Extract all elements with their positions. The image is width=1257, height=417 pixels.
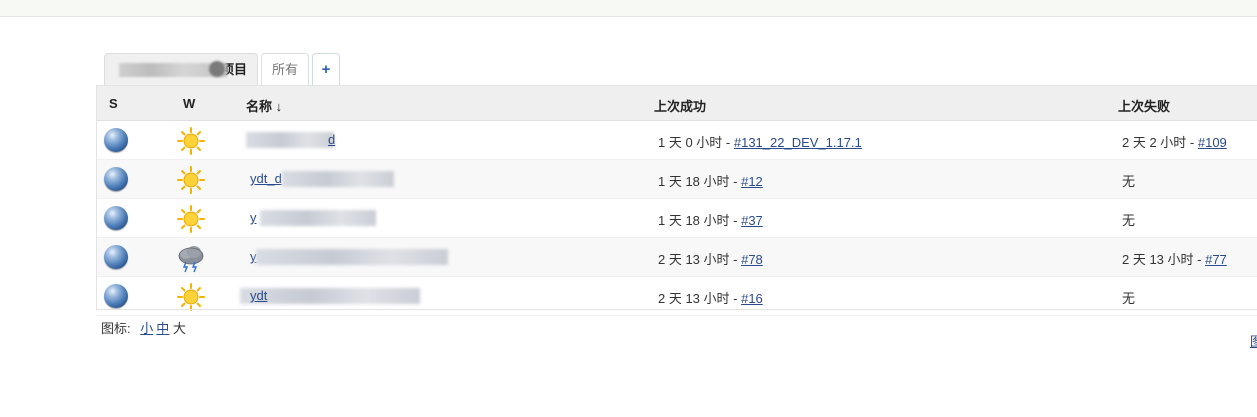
tab-current-view[interactable]: 项目	[104, 53, 258, 85]
job-name-link[interactable]: d	[328, 132, 335, 147]
redacted-text	[260, 210, 376, 226]
redacted-text	[209, 61, 225, 77]
last-success-time: 1 天 18 小时 -	[658, 174, 742, 189]
status-blue-ball-icon	[104, 284, 128, 308]
last-failure-time: 无	[1122, 291, 1136, 306]
icon-size-small-link[interactable]: 小	[140, 321, 153, 336]
last-success-time: 2 天 13 小时 -	[658, 252, 742, 267]
last-success: 1 天 18 小时 - #37	[658, 210, 763, 229]
last-success: 1 天 0 小时 - #131_22_DEV_1.17.1	[658, 132, 862, 151]
last-failure: 2 天 13 小时 - #77	[1122, 249, 1227, 268]
tab-all[interactable]: 所有	[261, 53, 310, 85]
top-bar	[0, 0, 1257, 17]
last-failure-time: 2 天 13 小时 -	[1122, 252, 1206, 267]
last-success: 2 天 13 小时 - #78	[658, 249, 763, 268]
last-success-build-link[interactable]: #78	[741, 252, 763, 267]
table-row: d 1 天 0 小时 - #131_22_DEV_1.17.1 2 天 2 小时…	[96, 121, 1257, 160]
last-success-time: 1 天 18 小时 -	[658, 213, 742, 228]
status-blue-ball-icon	[104, 245, 128, 269]
sunny-icon	[177, 283, 205, 311]
view-tabs: 项目 所有 +	[104, 52, 341, 85]
last-success-time: 2 天 13 小时 -	[658, 291, 742, 306]
last-success-build-link[interactable]: #16	[741, 291, 763, 306]
last-success-build-link[interactable]: #12	[741, 174, 763, 189]
sunny-icon	[177, 166, 205, 194]
legend-link-cutoff[interactable]: 图	[1250, 331, 1257, 350]
redacted-text	[246, 132, 334, 148]
header-weather[interactable]: W	[183, 96, 195, 111]
icon-size-medium-link[interactable]: 中	[156, 321, 169, 336]
add-view-button[interactable]: +	[312, 53, 341, 85]
icon-size-legend: 图标: 小中 大	[101, 318, 186, 337]
job-name-link[interactable]: ydt	[250, 288, 267, 303]
last-failure: 无	[1122, 288, 1135, 307]
sunny-icon	[177, 205, 205, 233]
last-failure: 无	[1122, 210, 1135, 229]
header-last-failure[interactable]: 上次失败	[1118, 96, 1170, 115]
redacted-text	[256, 249, 448, 265]
last-failure-build-link[interactable]: #77	[1205, 252, 1227, 267]
last-success: 2 天 13 小时 - #16	[658, 288, 763, 307]
jobs-table: S W 名称 ↓ 上次成功 上次失败 d 1 天 0 小时 - #131_22_…	[96, 85, 1257, 316]
last-failure-time: 无	[1122, 174, 1136, 189]
status-blue-ball-icon	[104, 167, 128, 191]
redacted-text	[282, 171, 394, 187]
last-failure: 2 天 2 小时 - #109	[1122, 132, 1227, 151]
header-name[interactable]: 名称 ↓	[246, 96, 282, 115]
job-name-link[interactable]: y	[250, 210, 257, 225]
table-row: ydt_d 1 天 18 小时 - #12 无	[96, 160, 1257, 199]
table-row: y 2 天 13 小时 - #78 2 天 13 小时 - #77	[96, 238, 1257, 277]
table-row: ydt 2 天 13 小时 - #16 无	[96, 277, 1257, 316]
icon-size-label: 图标:	[101, 321, 131, 336]
status-blue-ball-icon	[104, 128, 128, 152]
last-failure-time: 2 天 2 小时 -	[1122, 135, 1198, 150]
last-failure: 无	[1122, 171, 1135, 190]
job-name-link[interactable]: ydt_d	[250, 171, 282, 186]
thunderstorm-icon	[178, 246, 204, 273]
header-last-success[interactable]: 上次成功	[654, 96, 706, 115]
table-header: S W 名称 ↓ 上次成功 上次失败	[96, 86, 1257, 121]
last-success: 1 天 18 小时 - #12	[658, 171, 763, 190]
sunny-icon	[177, 127, 205, 155]
table-row: y 1 天 18 小时 - #37 无	[96, 199, 1257, 238]
last-failure-time: 无	[1122, 213, 1136, 228]
icon-size-large-current: 大	[172, 321, 186, 336]
last-success-build-link[interactable]: #37	[741, 213, 763, 228]
last-success-time: 1 天 0 小时 -	[658, 135, 734, 150]
last-success-build-link[interactable]: #131_22_DEV_1.17.1	[734, 135, 862, 150]
last-failure-build-link[interactable]: #109	[1198, 135, 1227, 150]
status-blue-ball-icon	[104, 206, 128, 230]
header-status[interactable]: S	[109, 96, 118, 111]
